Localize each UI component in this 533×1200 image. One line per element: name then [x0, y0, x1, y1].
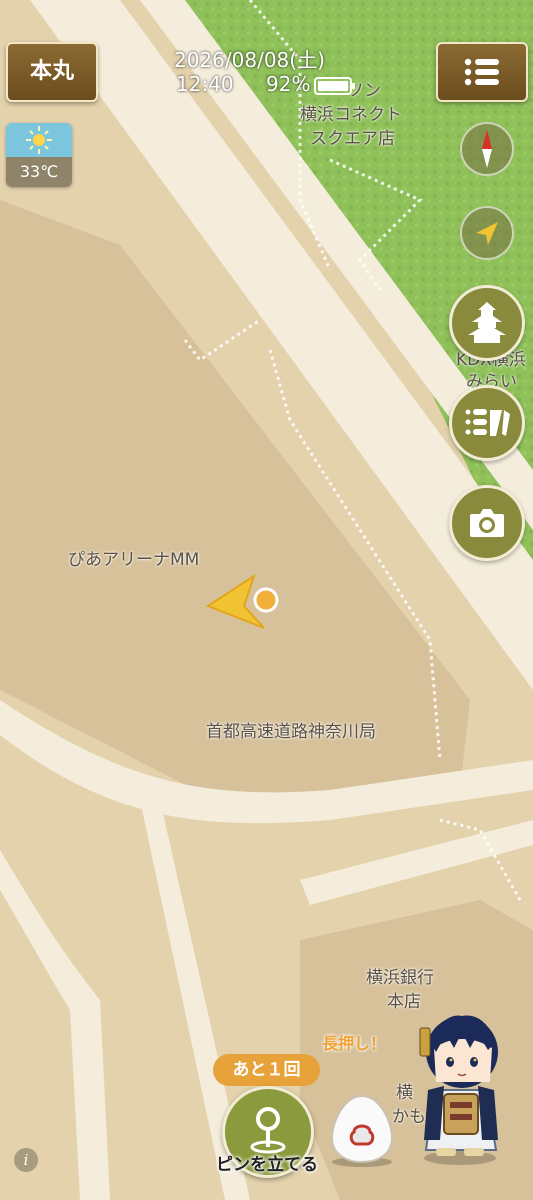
player-direction-icon — [205, 573, 279, 629]
map-label-connect: 横浜コネクト — [300, 105, 402, 125]
weather-sky — [6, 123, 72, 157]
map-label-expressway: 首都高速道路神奈川局 — [206, 722, 376, 742]
list-icon — [464, 58, 499, 86]
map-label-bank: 横浜銀行 — [366, 968, 434, 988]
map-label-connect-2: スクエア店 — [310, 129, 395, 149]
character-avatar[interactable] — [404, 990, 520, 1166]
egg-item-icon[interactable] — [326, 1092, 398, 1168]
camera-button[interactable] — [449, 485, 525, 561]
battery-icon — [314, 77, 355, 95]
info-button[interactable]: i — [14, 1148, 38, 1172]
honmaru-button[interactable]: 本丸 — [6, 42, 98, 102]
compass-icon — [482, 130, 492, 168]
locate-button[interactable] — [460, 206, 514, 260]
status-battery-percent: 92% — [266, 72, 311, 96]
map-label-pia-arena: ぴあアリーナMM — [68, 550, 200, 570]
status-date: 2026/08/08(土) — [174, 48, 325, 72]
locate-icon — [476, 222, 498, 245]
castle-icon — [468, 302, 506, 343]
camera-icon — [470, 509, 504, 537]
weather-widget[interactable]: 33℃ — [6, 123, 72, 187]
touken-button[interactable] — [449, 385, 525, 461]
long-press-hint: 長押し！ — [322, 1034, 387, 1053]
castle-button[interactable] — [449, 285, 525, 361]
sun-icon — [26, 126, 52, 154]
status-time: 12:40 — [176, 72, 234, 96]
menu-button[interactable] — [436, 42, 528, 102]
temperature-label: 33℃ — [6, 157, 72, 187]
remaining-count-badge: あと１回 — [213, 1054, 320, 1086]
place-pin-label: ピンを立てる — [216, 1155, 318, 1175]
touken-icon — [465, 409, 510, 436]
compass-button[interactable] — [460, 122, 514, 176]
